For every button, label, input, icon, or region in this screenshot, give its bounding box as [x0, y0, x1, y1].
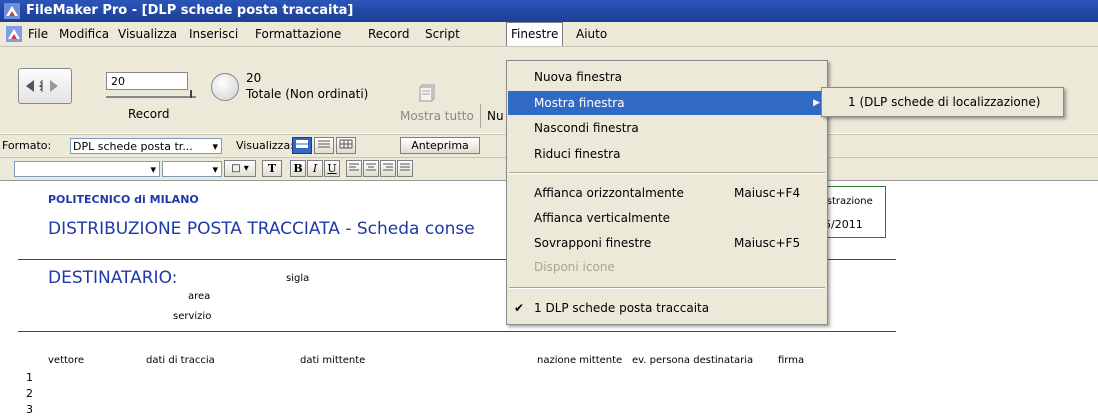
menu-item-window-1[interactable]: ✔ 1 DLP schede posta traccaita — [508, 296, 826, 320]
servizio-label: servizio — [173, 311, 212, 322]
column-header: dati di traccia — [146, 355, 215, 366]
record-number-field[interactable]: 20 — [106, 72, 188, 90]
menu-item-tile-vertical[interactable]: Affianca verticalmente — [508, 206, 826, 230]
institution-name: POLITECNICO di MILANO — [48, 193, 199, 206]
registration-label: istrazione — [824, 196, 873, 207]
document-icon[interactable] — [6, 26, 22, 42]
record-slider[interactable] — [106, 96, 196, 98]
menu-record[interactable]: Record — [364, 22, 413, 46]
align-justify-icon — [400, 163, 410, 171]
menu-file[interactable]: File — [24, 22, 52, 46]
book-navigator-icon — [26, 80, 58, 92]
total-count: 20 — [246, 71, 262, 85]
menu-aiuto[interactable]: Aiuto — [572, 22, 611, 46]
finestre-menu: Nuova finestra Mostra finestra ▶ Nascond… — [506, 60, 828, 325]
menu-item-arrange-icons: Disponi icone — [534, 260, 615, 274]
checkmark-icon: ✔ — [514, 301, 525, 315]
slider-thumb[interactable] — [190, 90, 192, 98]
menu-inserisci[interactable]: Inserisci — [185, 22, 242, 46]
font-size-dropdown[interactable]: ▾ — [162, 161, 222, 177]
view-label: Visualizza: — [236, 139, 294, 152]
title-bar: FileMaker Pro - [DLP schede posta tracca… — [0, 0, 1098, 22]
show-all-button[interactable]: Mostra tutto — [400, 109, 474, 123]
row-number: 2 — [26, 387, 33, 400]
border-style-button[interactable]: □ ▾ — [224, 160, 256, 177]
column-header: vettore — [48, 355, 85, 366]
layout-heading: DISTRIBUZIONE POSTA TRACCIATA - Scheda c… — [48, 219, 475, 239]
column-header: ev. persona destinataria — [632, 355, 754, 366]
menu-formattazione[interactable]: Formattazione — [251, 22, 345, 46]
chevron-down-icon: ▾ — [212, 163, 218, 176]
menu-item-tile-horizontal[interactable]: Affianca orizzontalmente Maiusc+F4 — [508, 181, 826, 205]
align-justify-button[interactable] — [397, 160, 413, 177]
window-title: FileMaker Pro - [DLP schede posta tracca… — [26, 3, 354, 18]
divider-line — [18, 331, 896, 332]
form-view-icon — [296, 140, 308, 148]
new-record-button[interactable]: Nu — [487, 109, 504, 123]
submenu-item-window-localizzazione[interactable]: 1 (DLP schede di localizzazione) — [848, 88, 1040, 116]
menu-visualizza[interactable]: Visualizza — [114, 22, 181, 46]
chevron-down-icon: ▾ — [150, 163, 156, 176]
align-right-icon — [383, 163, 393, 171]
filemaker-app-icon[interactable] — [4, 3, 20, 19]
show-window-submenu: 1 (DLP schede di localizzazione) — [821, 87, 1064, 117]
menu-separator — [509, 287, 825, 289]
bold-button[interactable]: B — [290, 160, 306, 177]
view-list-button[interactable] — [314, 137, 334, 154]
format-dropdown[interactable]: DPL schede posta tr... ▾ — [70, 138, 222, 154]
format-dropdown-value: DPL schede posta tr... — [73, 140, 193, 153]
pie-chart-icon — [211, 73, 239, 101]
submenu-arrow-icon: ▶ — [813, 98, 820, 108]
record-book[interactable] — [18, 68, 72, 104]
align-left-button[interactable] — [346, 160, 362, 177]
total-label: Totale (Non ordinati) — [246, 87, 369, 101]
italic-button[interactable]: I — [307, 160, 323, 177]
chevron-down-icon: ▾ — [212, 140, 218, 153]
menu-modifica[interactable]: Modifica — [55, 22, 113, 46]
table-view-icon — [339, 139, 353, 149]
preview-button[interactable]: Anteprima — [400, 137, 480, 154]
toolbar-divider — [480, 104, 481, 128]
menu-item-minimize-window[interactable]: Riduci finestra — [508, 142, 826, 166]
align-center-button[interactable] — [363, 160, 379, 177]
area-label: area — [188, 291, 211, 302]
align-center-icon — [366, 163, 376, 171]
menu-item-hide-window[interactable]: Nascondi finestra — [508, 116, 826, 140]
menu-script[interactable]: Script — [421, 22, 464, 46]
menu-item-new-window[interactable]: Nuova finestra — [508, 65, 826, 89]
column-header: firma — [778, 355, 805, 366]
menu-separator — [509, 172, 825, 174]
menu-item-cascade-windows[interactable]: Sovrapponi finestre Maiusc+F5 — [508, 231, 826, 255]
list-view-icon — [318, 140, 330, 148]
view-table-button[interactable] — [336, 137, 356, 154]
menu-finestre[interactable]: Finestre — [506, 22, 564, 46]
destinatario-label: DESTINATARIO: — [48, 268, 178, 288]
text-tool-button[interactable]: T — [262, 160, 282, 177]
column-header: nazione mittente — [537, 355, 623, 366]
underline-button[interactable]: U — [324, 160, 340, 177]
sigla-label: sigla — [286, 273, 310, 284]
record-label: Record — [128, 107, 170, 121]
show-all-icon[interactable] — [417, 83, 437, 103]
format-label: Formato: — [2, 139, 52, 152]
menu-item-show-window[interactable]: Mostra finestra ▶ — [508, 91, 826, 115]
registration-date: 5/2011 — [824, 218, 863, 231]
row-number: 1 — [26, 371, 33, 384]
row-number: 3 — [26, 403, 33, 416]
align-right-button[interactable] — [380, 160, 396, 177]
menu-bar: File Modifica Visualizza Inserisci Forma… — [0, 22, 1098, 47]
view-form-button[interactable] — [292, 137, 312, 154]
column-header: dati mittente — [300, 355, 366, 366]
font-dropdown[interactable]: ▾ — [14, 161, 160, 177]
align-left-icon — [349, 163, 359, 171]
